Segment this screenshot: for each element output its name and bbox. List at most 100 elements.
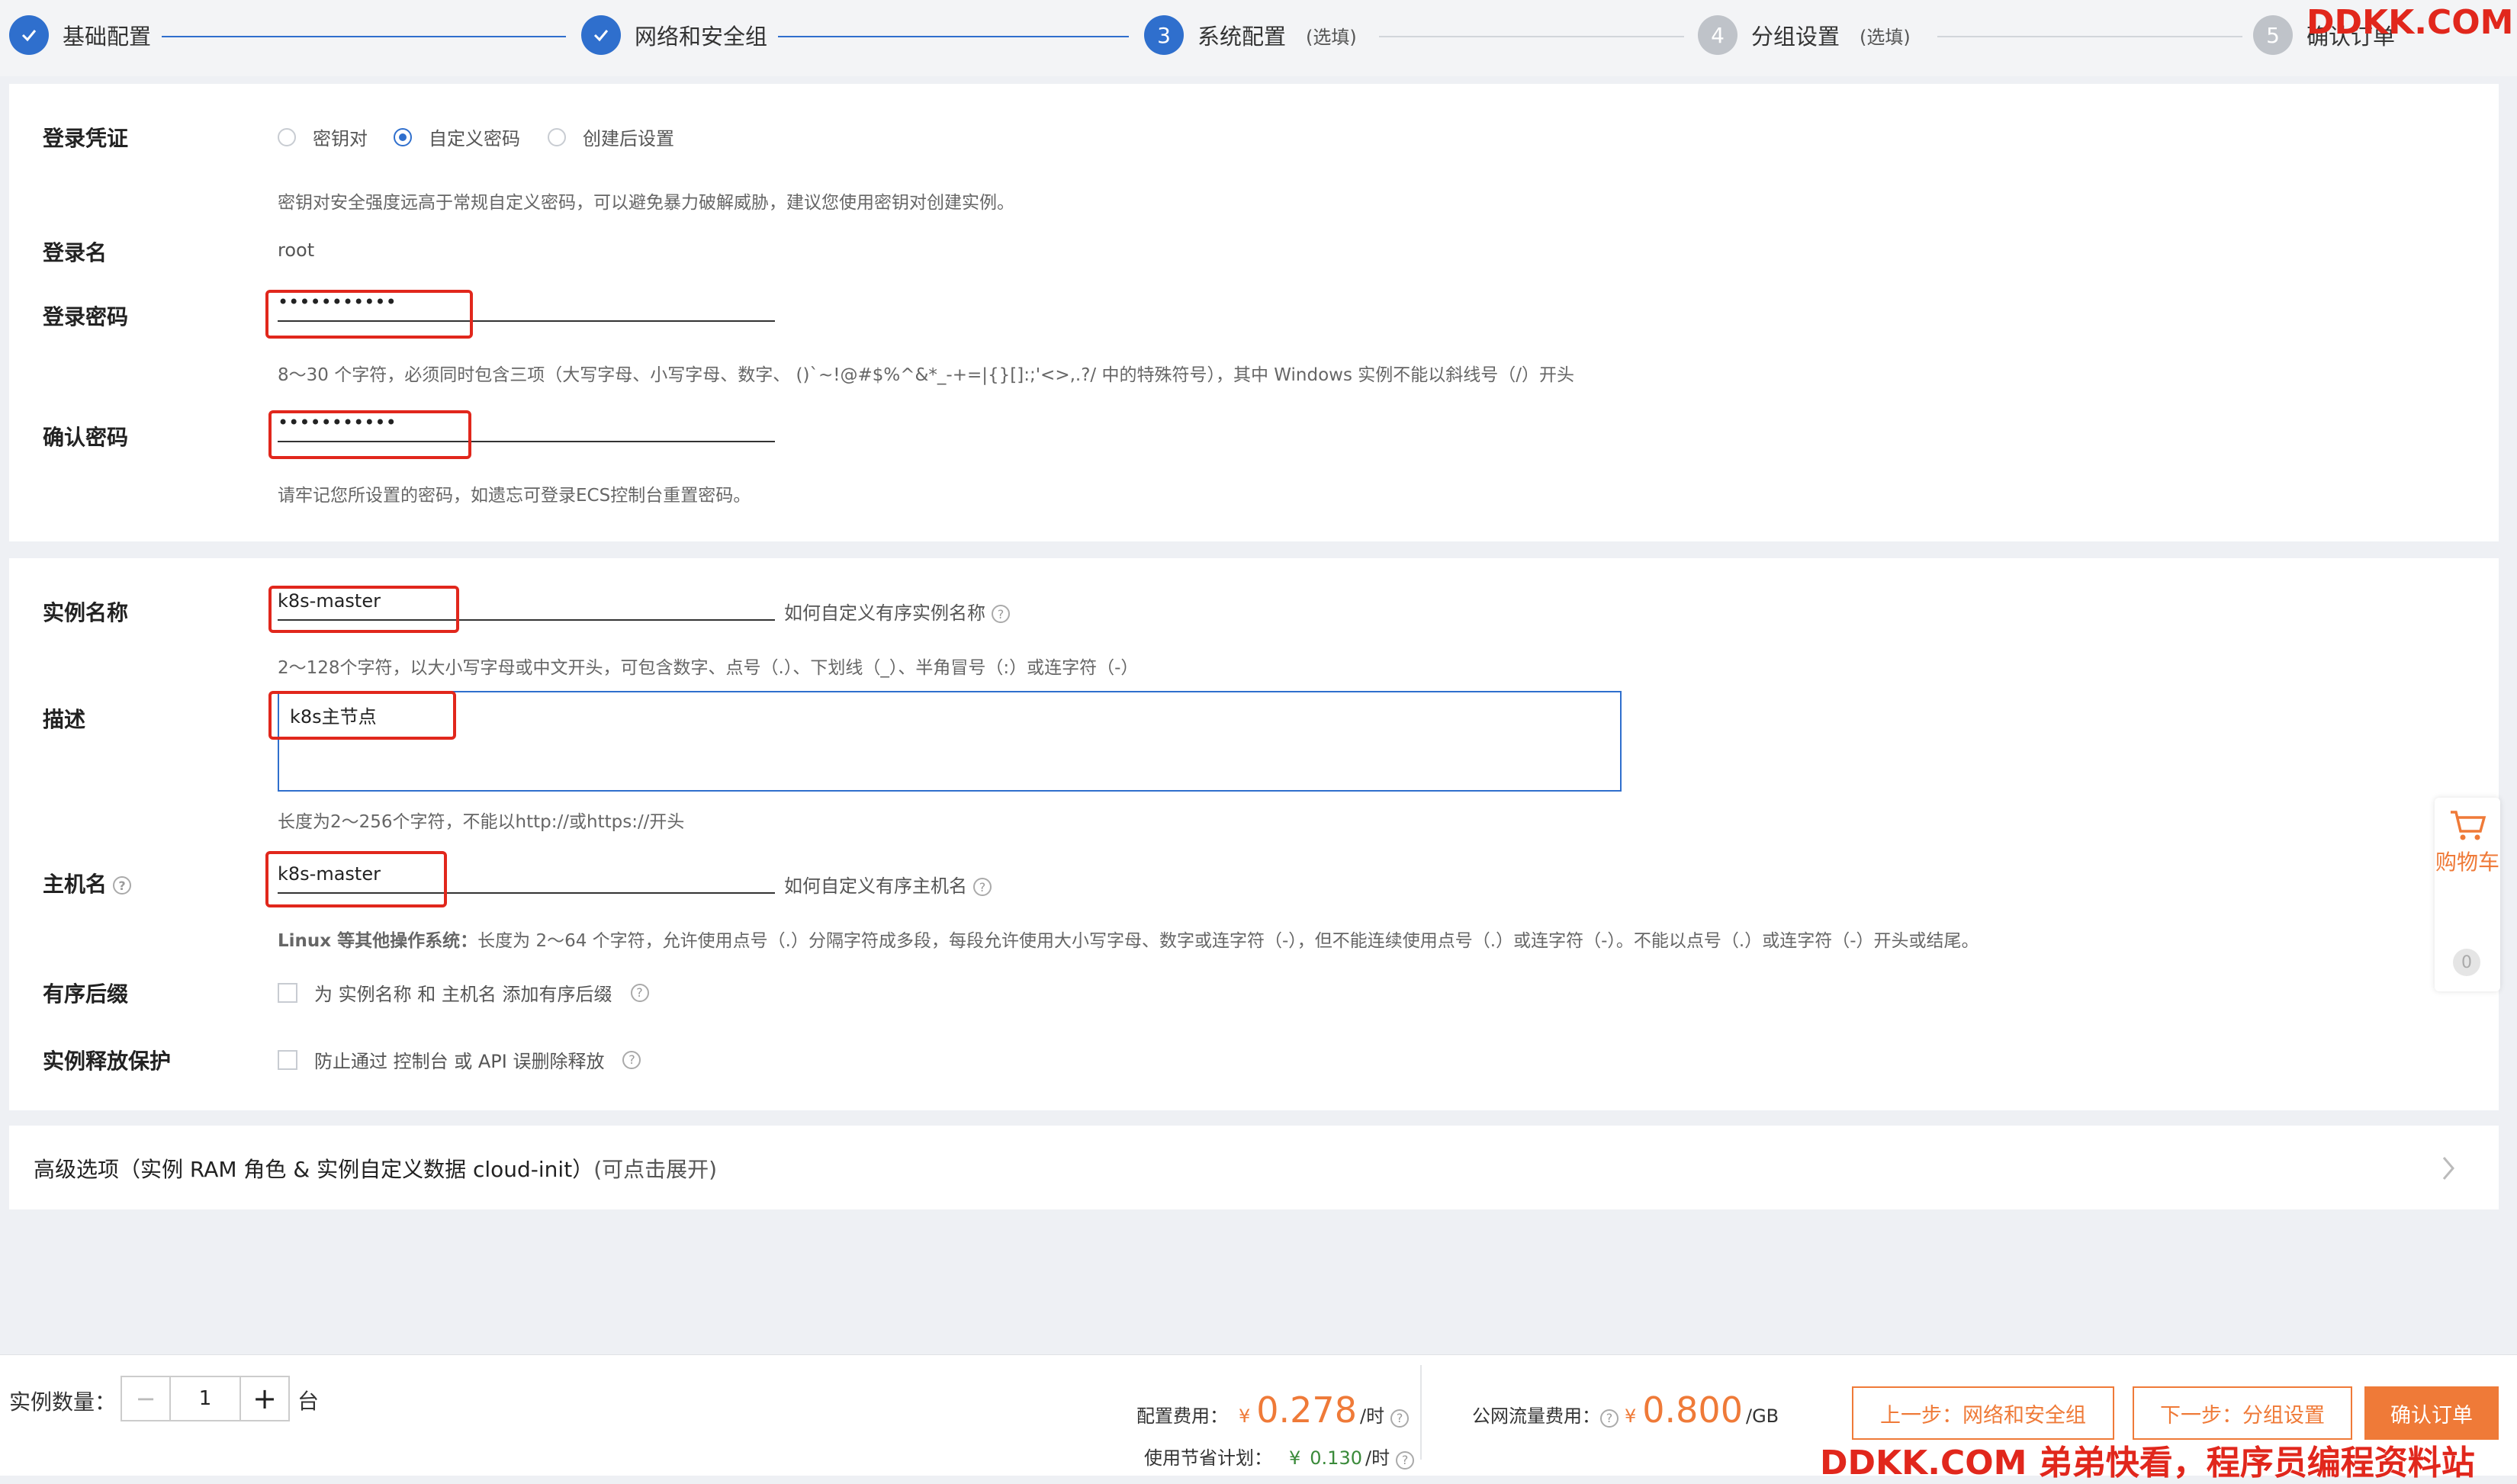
suffix-checkbox[interactable]: 为 实例名称 和 主机名 添加有序后缀? <box>278 979 649 1006</box>
question-icon[interactable]: ? <box>1396 1450 1415 1470</box>
radio-label: 自定义密码 <box>429 128 520 149</box>
username-label: 登录名 <box>43 240 108 265</box>
help-link-text: 如何自定义有序实例名称 <box>784 602 985 624</box>
confirm-password-hint: 请牢记您所设置的密码，如遗忘可登录ECS控制台重置密码。 <box>278 486 751 506</box>
help-link-text: 如何自定义有序主机名 <box>784 875 967 897</box>
currency-symbol: ¥ <box>1239 1405 1251 1427</box>
username-value: root <box>278 239 315 261</box>
step-optional: (选填) <box>1860 26 1911 48</box>
radio-icon <box>548 127 566 146</box>
prev-step-button[interactable]: 上一步：网络和安全组 <box>1852 1386 2114 1440</box>
check-icon <box>581 15 621 55</box>
hostname-label: 主机名 <box>43 872 108 897</box>
config-fee-unit: /时 <box>1359 1405 1385 1427</box>
credential-label: 登录凭证 <box>43 126 129 151</box>
radio-label: 创建后设置 <box>583 128 674 149</box>
cart-label: 购物车 <box>2435 850 2499 875</box>
step-system[interactable]: 3 系统配置 (选填) <box>1144 15 1357 55</box>
confirm-order-button[interactable]: 确认订单 <box>2364 1386 2499 1440</box>
question-icon[interactable]: ? <box>630 983 649 1002</box>
question-icon[interactable]: ? <box>622 1050 641 1069</box>
traffic-fee-unit: /GB <box>1745 1405 1779 1427</box>
release-protection-label: 实例释放保护 <box>43 1049 172 1074</box>
description-hint: 长度为2～256个字符，不能以http://或https://开头 <box>278 812 685 832</box>
release-protection-checkbox[interactable]: 防止通过 控制台 或 API 误删除释放? <box>278 1046 641 1073</box>
step-network[interactable]: 网络和安全组 <box>581 15 767 55</box>
hostname-help-link[interactable]: 如何自定义有序主机名? <box>784 871 992 898</box>
question-icon[interactable]: ? <box>1390 1409 1410 1428</box>
description-label: 描述 <box>43 707 86 732</box>
radio-custom-password[interactable]: 自定义密码 <box>394 124 520 150</box>
config-fee: 配置费用： ¥ 0.278 /时 ? <box>1136 1389 1410 1431</box>
step-connector <box>1937 36 2242 37</box>
login-card: 登录凭证 密钥对 自定义密码 创建后设置 密钥对安全强度远高于常规自定义密码，可… <box>9 84 2499 541</box>
step-label: 网络和安全组 <box>635 24 768 50</box>
advanced-title: 高级选项（实例 RAM 角色 & 实例自定义数据 cloud-init） <box>34 1157 594 1182</box>
advanced-title-wrap: 高级选项（实例 RAM 角色 & 实例自定义数据 cloud-init）(可点击… <box>34 1153 717 1184</box>
highlight-box <box>265 290 473 339</box>
next-step-button[interactable]: 下一步：分组设置 <box>2133 1386 2352 1440</box>
savings-label: 使用节省计划： <box>1144 1447 1272 1469</box>
quantity-stepper[interactable]: − 1 + <box>121 1376 290 1421</box>
step-number: 3 <box>1144 15 1184 55</box>
step-label: 基础配置 <box>63 24 152 50</box>
cart-icon <box>2451 811 2486 840</box>
checkbox-label: 为 实例名称 和 主机名 添加有序后缀 <box>314 984 612 1005</box>
hostname-hint: Linux 等其他操作系统：长度为 2～64 个字符，允许使用点号（.）分隔字符… <box>278 926 1979 952</box>
highlight-box <box>268 586 459 633</box>
advanced-expand-hint: (可点击展开) <box>593 1157 718 1182</box>
savings-plan: 使用节省计划： ¥ 0.130 /时 ? <box>1144 1443 1415 1470</box>
step-group[interactable]: 4 分组设置 (选填) <box>1698 15 1911 55</box>
savings-unit: /时 <box>1365 1447 1390 1469</box>
steps-bar: 基础配置 网络和安全组 3 系统配置 (选填) 4 分组设置 (选填) 5 确认… <box>0 0 2517 76</box>
config-fee-price: 0.278 <box>1256 1389 1357 1431</box>
hostname-label-wrap: 主机名? <box>43 868 132 898</box>
footer-divider <box>1420 1365 1422 1460</box>
question-icon: ? <box>992 605 1010 623</box>
radio-set-later[interactable]: 创建后设置 <box>548 124 674 150</box>
plus-icon[interactable]: + <box>239 1377 288 1420</box>
step-connector <box>778 36 1129 37</box>
checkbox-icon <box>278 1049 297 1070</box>
step-number: 5 <box>2253 15 2293 55</box>
hostname-hint-text: 长度为 2～64 个字符，允许使用点号（.）分隔字符成多段，每段允许使用大小写字… <box>477 931 1979 951</box>
traffic-fee: 公网流量费用： ? ¥ 0.800 /GB <box>1472 1389 1779 1431</box>
password-hint: 8～30 个字符，必须同时包含三项（大写字母、小写字母、数字、 ()`~!@#$… <box>278 365 1575 385</box>
checkbox-icon <box>278 982 297 1003</box>
hostname-hint-os: Linux 等其他操作系统： <box>278 931 478 951</box>
traffic-fee-price: 0.800 <box>1642 1389 1743 1431</box>
step-optional: (选填) <box>1306 26 1357 48</box>
question-icon[interactable]: ? <box>1600 1409 1619 1428</box>
radio-label: 密钥对 <box>313 128 368 149</box>
instance-name-help-link[interactable]: 如何自定义有序实例名称? <box>784 598 1010 625</box>
step-basic[interactable]: 基础配置 <box>9 15 151 55</box>
chevron-right-icon <box>2442 1157 2454 1180</box>
step-number: 4 <box>1698 15 1737 55</box>
currency-symbol: ¥ <box>1625 1405 1637 1427</box>
traffic-fee-label: 公网流量费用： <box>1472 1405 1600 1427</box>
radio-keypair[interactable]: 密钥对 <box>278 124 368 150</box>
advanced-options[interactable]: 高级选项（实例 RAM 角色 & 实例自定义数据 cloud-init）(可点击… <box>9 1126 2499 1209</box>
step-label: 系统配置 <box>1197 24 1287 50</box>
instance-card: 实例名称 k8s-master 如何自定义有序实例名称? 2～128个字符，以大… <box>9 558 2499 1110</box>
question-icon[interactable]: ? <box>113 876 132 895</box>
password-label: 登录密码 <box>43 304 129 329</box>
config-fee-label: 配置费用： <box>1136 1405 1228 1427</box>
shopping-cart[interactable]: 购物车 0 <box>2435 798 2500 991</box>
step-connector <box>162 36 566 37</box>
confirm-password-label: 确认密码 <box>43 425 129 450</box>
suffix-label: 有序后缀 <box>43 981 129 1007</box>
currency-symbol: ¥ <box>1289 1447 1301 1469</box>
watermark-bottom: DDKK.COM 弟弟快看，程序员编程资料站 <box>1820 1444 2475 1482</box>
savings-price: 0.130 <box>1310 1447 1362 1469</box>
highlight-box <box>268 410 471 459</box>
description-textarea[interactable]: k8s主节点 <box>278 691 1622 792</box>
highlight-box <box>265 851 447 907</box>
quantity-label: 实例数量： <box>9 1389 117 1415</box>
instance-name-label: 实例名称 <box>43 600 129 625</box>
radio-icon <box>278 127 296 146</box>
checkbox-label: 防止通过 控制台 或 API 误删除释放 <box>314 1051 605 1072</box>
cart-count: 0 <box>2453 949 2480 976</box>
quantity-value[interactable]: 1 <box>171 1377 239 1420</box>
minus-icon[interactable]: − <box>122 1377 171 1420</box>
